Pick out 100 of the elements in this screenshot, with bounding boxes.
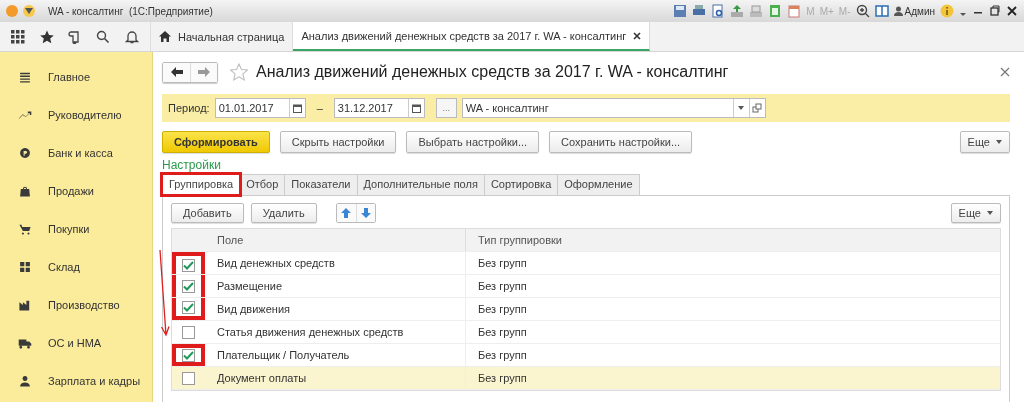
arrow-left-icon — [170, 67, 183, 77]
arrow-down-icon — [360, 208, 371, 218]
checkbox[interactable] — [182, 325, 195, 339]
table-row[interactable]: Вид движения Без групп — [172, 298, 1000, 321]
table-cell: Статья движения денежных средств — [205, 321, 466, 343]
table-cell-text: Без групп — [477, 371, 528, 386]
sidebar-item[interactable]: Продажи — [0, 172, 152, 210]
sidebar-item[interactable]: Покупки — [0, 210, 152, 248]
table-cell-text: Без групп — [477, 325, 528, 340]
info-icon[interactable] — [940, 4, 954, 18]
window-title: WA - консалтинг (1С:Предприятие) — [48, 5, 213, 17]
table-row[interactable]: Статья движения денежных средств Без групп — [172, 321, 1000, 344]
sidebar-item[interactable]: Руководителю — [0, 96, 152, 134]
close-icon[interactable] — [633, 31, 642, 40]
toolbar-button[interactable]: Скрыть настройки — [279, 131, 397, 153]
section-icon — [18, 222, 32, 236]
period-label: Период: — [168, 102, 210, 114]
close-icon[interactable] — [1006, 4, 1018, 18]
settings-tab[interactable]: Дополнительные поля — [357, 174, 485, 195]
printer-icon[interactable] — [692, 4, 707, 18]
restore-icon[interactable] — [989, 4, 1001, 18]
calculator-icon[interactable] — [768, 4, 783, 18]
checkbox[interactable] — [182, 348, 195, 362]
tab-label: Начальная страница — [178, 30, 285, 43]
settings-tab[interactable]: Сортировка — [484, 174, 559, 195]
organization-field[interactable]: WA - консалтинг — [461, 98, 766, 118]
section-icon — [18, 298, 32, 312]
sidebar-item[interactable]: Зарплата и кадры — [0, 362, 152, 400]
sidebar-item[interactable]: Склад — [0, 248, 152, 286]
date-field[interactable]: 01.01.2017 — [214, 98, 306, 118]
preview-icon[interactable] — [711, 4, 726, 18]
toolbar-button[interactable]: Выбрать настройки... — [406, 131, 540, 153]
choose-period-button[interactable]: ... — [435, 98, 457, 118]
open-icon[interactable] — [752, 103, 763, 113]
arrow-up-icon — [341, 208, 352, 218]
app-logo-icon — [6, 5, 18, 17]
user-icon — [893, 6, 903, 16]
arrow-right-icon — [198, 67, 210, 77]
table-cell: Размещение — [205, 275, 466, 297]
zoom-icon[interactable] — [855, 4, 870, 18]
checkbox[interactable] — [182, 279, 195, 293]
report-title: Анализ движений денежных средств за 2017 г. WA - консалтинг — [256, 63, 729, 81]
more-button[interactable]: Еще — [950, 203, 1001, 223]
section-icon — [18, 70, 32, 84]
settings-tab[interactable]: Оформление — [558, 174, 640, 195]
home-icon — [159, 31, 171, 42]
section-icon — [18, 184, 32, 198]
main-menu-button[interactable] — [23, 5, 35, 17]
column-header: Тип группировки — [477, 233, 563, 248]
table-cell-text: Без групп — [477, 279, 528, 294]
sidebar-item[interactable]: ОС и НМА — [0, 324, 152, 362]
caret-icon — [996, 140, 1002, 144]
table-cell: Вид денежных средств — [205, 252, 466, 274]
dropdown-icon[interactable] — [738, 106, 745, 110]
table-row[interactable]: Размещение Без групп — [172, 275, 1000, 298]
period-dash: – — [316, 102, 323, 114]
sidebar-item[interactable]: Производство — [0, 286, 152, 324]
section-icon — [18, 146, 32, 160]
bell-icon[interactable] — [124, 29, 139, 44]
open-tab[interactable]: Анализ движений денежных средств за 2017 г. WA - консалтинг — [293, 22, 651, 51]
calendar-icon[interactable] — [292, 103, 302, 113]
toolbar-button[interactable]: Сформировать — [162, 131, 270, 153]
table-cell-text: Без групп — [477, 348, 528, 363]
sidebar-item[interactable]: Банк и касса — [0, 134, 152, 172]
apps-grid-icon[interactable] — [11, 29, 26, 44]
date-field[interactable]: 31.12.2017 — [333, 98, 425, 118]
upload-icon[interactable] — [730, 4, 745, 18]
sidebar-item[interactable]: Главное — [0, 58, 152, 96]
section-icon — [18, 374, 32, 388]
star-icon[interactable] — [230, 63, 248, 81]
more-button[interactable]: Еще — [959, 131, 1010, 153]
settings-tab[interactable]: Отбор — [240, 174, 286, 195]
table-cell-text: Без групп — [477, 302, 528, 317]
calendar-icon[interactable] — [411, 103, 421, 113]
settings-tab[interactable]: Показатели — [285, 174, 358, 195]
checkbox[interactable] — [182, 300, 195, 314]
settings-tab[interactable]: Группировка — [162, 174, 241, 195]
back-button[interactable] — [163, 62, 190, 82]
table-cell: Документ оплаты — [205, 367, 466, 389]
move-up-button[interactable] — [336, 204, 356, 222]
checkbox[interactable] — [182, 258, 195, 272]
checkbox[interactable] — [182, 371, 195, 385]
section-icon — [18, 260, 32, 274]
user-menu[interactable]: Админ — [893, 5, 935, 17]
toolbar-button[interactable]: Сохранить настройки... — [549, 131, 693, 153]
table-row[interactable]: Вид денежных средств Без групп — [172, 252, 1000, 275]
column-header: Поле — [205, 229, 466, 251]
save-icon[interactable] — [673, 4, 688, 18]
tab-label: Анализ движений денежных средств за 2017 г. WA - консалтинг — [301, 29, 627, 42]
panels-icon[interactable] — [874, 4, 889, 18]
section-title: Настройки — [162, 159, 222, 172]
delete-button[interactable]: Удалить — [250, 203, 317, 223]
table-cell-text: Без групп — [477, 256, 528, 271]
history-icon[interactable] — [67, 29, 82, 44]
table-cell: Вид движения — [205, 298, 466, 320]
search-icon[interactable] — [96, 29, 111, 44]
table-cell: Плательщик / Получатель — [205, 344, 466, 366]
star-icon[interactable] — [39, 29, 54, 44]
table-row[interactable]: Документ оплаты Без групп — [172, 367, 1000, 390]
add-button[interactable]: Добавить — [171, 203, 244, 223]
